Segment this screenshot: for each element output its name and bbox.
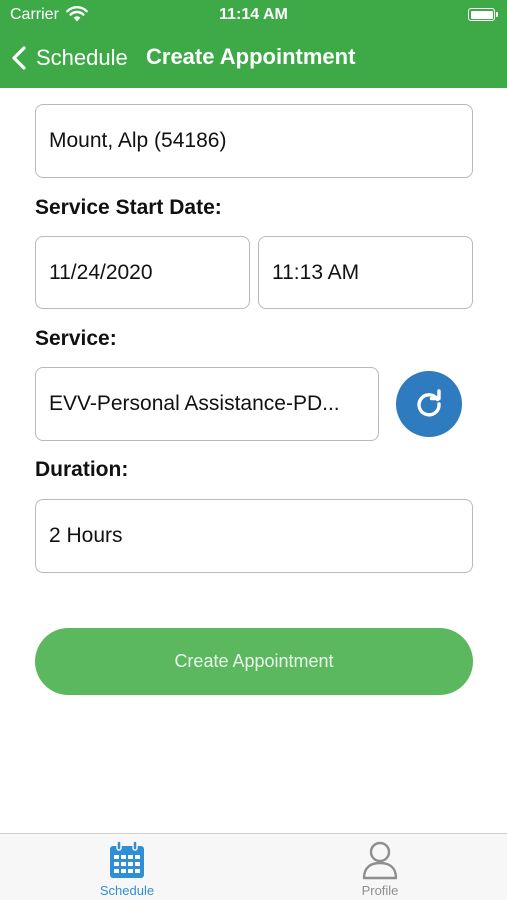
create-appointment-button[interactable]: Create Appointment [35, 628, 473, 695]
tab-bar: Schedule Profile [0, 833, 507, 900]
calendar-icon [110, 840, 144, 878]
refresh-icon [417, 389, 441, 417]
time-field[interactable]: 11:13 AM [258, 236, 473, 309]
duration-label: Duration: [35, 458, 129, 481]
chevron-left-icon [12, 46, 26, 70]
tab-schedule[interactable]: Schedule [57, 834, 197, 900]
back-button[interactable]: Schedule [10, 40, 128, 76]
date-field[interactable]: 11/24/2020 [35, 236, 250, 309]
navigation-bar: Carrier 11:14 AM Schedule Create Appoint… [0, 0, 507, 88]
service-label: Service: [35, 327, 117, 350]
status-time: 11:14 AM [219, 6, 288, 23]
back-button-label: Schedule [36, 45, 128, 70]
status-bar: Carrier 11:14 AM [0, 0, 507, 30]
tab-profile-label: Profile [361, 883, 399, 898]
service-start-date-label: Service Start Date: [35, 196, 222, 219]
client-field[interactable]: Mount, Alp (54186) [35, 104, 473, 178]
tab-profile[interactable]: Profile [310, 834, 450, 900]
page-title: Create Appointment [146, 44, 356, 69]
battery-icon [468, 8, 498, 21]
refresh-service-button[interactable] [396, 371, 462, 437]
person-icon [362, 841, 398, 880]
service-field[interactable]: EVV-Personal Assistance-PD... [35, 367, 379, 441]
tab-schedule-label: Schedule [99, 883, 155, 898]
duration-field[interactable]: 2 Hours [35, 499, 473, 573]
